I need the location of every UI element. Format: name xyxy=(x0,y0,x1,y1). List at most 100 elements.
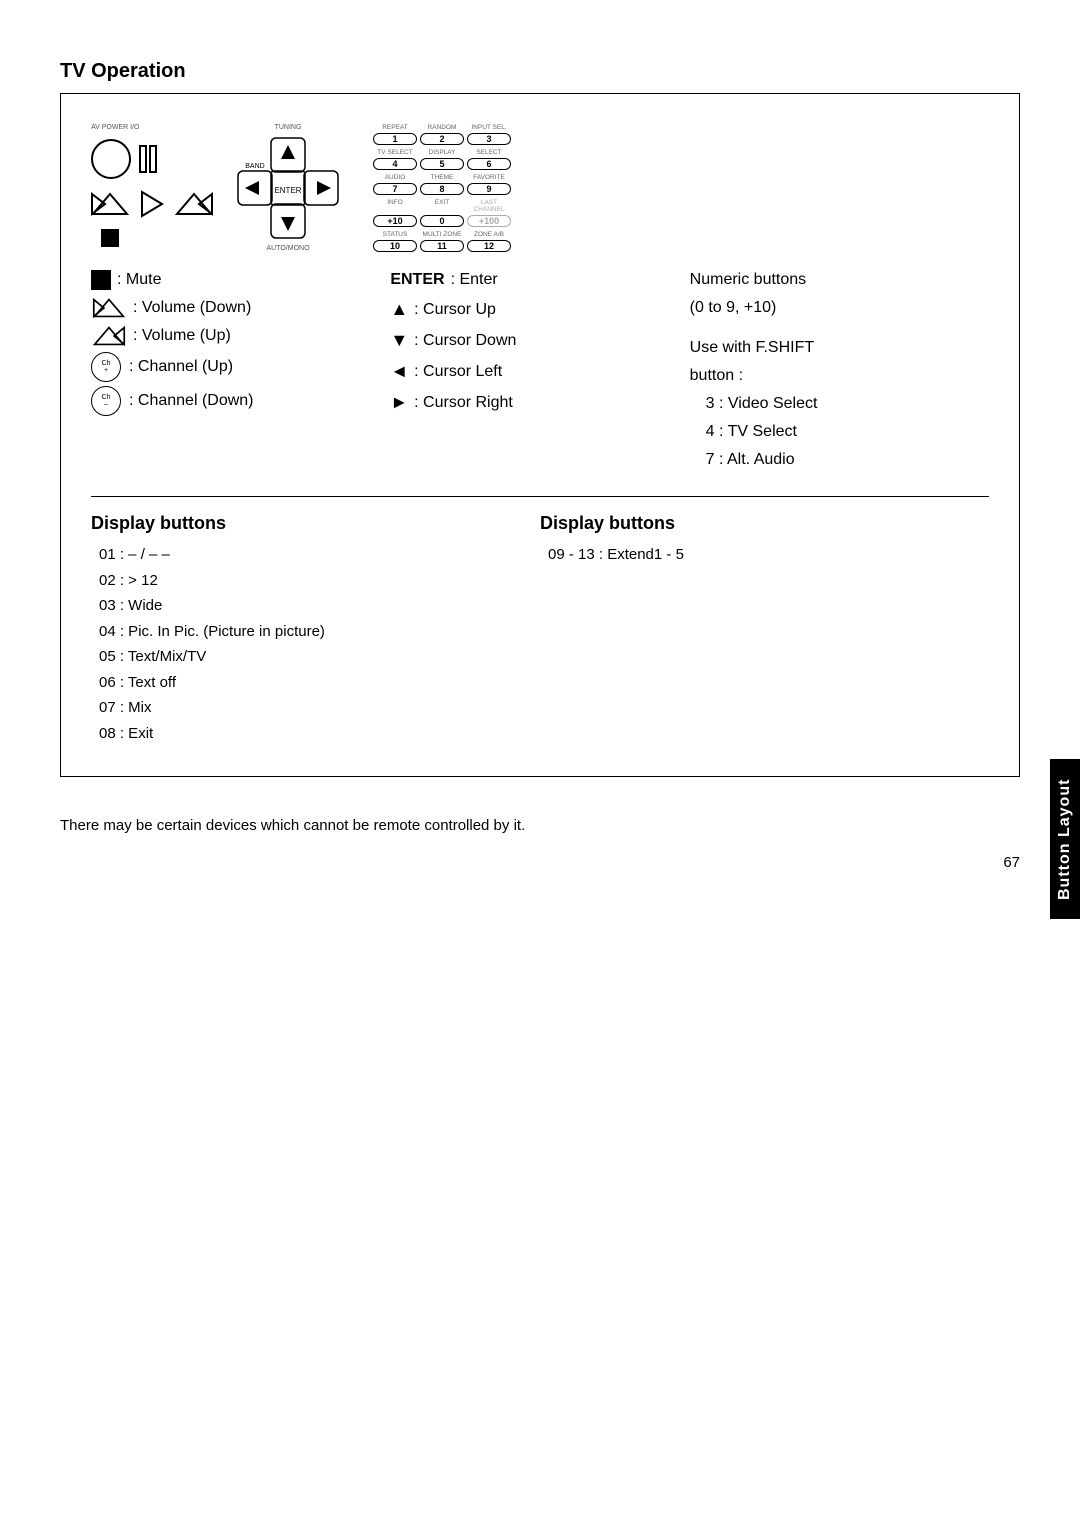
num-label-inputsel: INPUT SEL. xyxy=(467,124,511,131)
num-btn-plus10[interactable]: +10 xyxy=(373,215,417,227)
legend-volup-text: : Volume (Up) xyxy=(133,324,231,348)
num-btn-11[interactable]: 11 xyxy=(420,240,464,252)
pause-bar2 xyxy=(149,145,157,173)
num-label-repeat: REPEAT xyxy=(373,124,417,131)
legend-tv-select-text: 4 : TV Select xyxy=(706,420,797,444)
num-label-lastchannel: LAST CHANNEL xyxy=(467,199,511,213)
legend-section: : Mute : Volume (Down) : Volume (Up) xyxy=(91,268,989,476)
svg-text:ENTER: ENTER xyxy=(274,186,301,195)
main-box: AV POWER I/O xyxy=(60,93,1020,777)
legend-enter-text: : Enter xyxy=(451,268,498,292)
num-btn-3[interactable]: 3 xyxy=(467,133,511,145)
legend-volup: : Volume (Up) xyxy=(91,324,390,348)
channel-down-icon: Ch – xyxy=(91,386,121,416)
legend-fshift: Use with F.SHIFT xyxy=(690,336,989,360)
num-btn-row-4: +10 0 +100 xyxy=(373,215,511,227)
legend-button-text: button : xyxy=(690,364,743,388)
num-label-exit: EXIT xyxy=(420,199,464,213)
num-btn-9[interactable]: 9 xyxy=(467,183,511,195)
num-label-row-1: REPEAT RANDOM INPUT SEL. xyxy=(373,124,511,131)
legend-voldwn: : Volume (Down) xyxy=(91,296,390,320)
num-btn-2[interactable]: 2 xyxy=(420,133,464,145)
num-label-row-5: STATUS MULTI ZONE ZONE A/B xyxy=(373,231,511,238)
avpower-label: AV POWER I/O xyxy=(91,124,213,131)
display-title-right: Display buttons xyxy=(540,513,989,534)
cursor-right-icon: ► xyxy=(390,389,408,416)
num-btn-row-3: 7 8 9 xyxy=(373,183,511,195)
display-col-right: Display buttons 09 - 13 : Extend1 - 5 xyxy=(540,513,989,746)
num-btn-0[interactable]: 0 xyxy=(420,215,464,227)
legend-tv-select: 4 : TV Select xyxy=(690,420,989,444)
num-label-status: STATUS xyxy=(373,231,417,238)
num-btn-12[interactable]: 12 xyxy=(467,240,511,252)
side-tab-text: Button Layout xyxy=(1056,779,1074,900)
display-title-left: Display buttons xyxy=(91,513,540,534)
display-item-05: 05 : Text/Mix/TV xyxy=(99,644,540,670)
stop-icon xyxy=(101,229,119,247)
side-tab: Button Layout xyxy=(1050,759,1080,919)
svg-text:BAND: BAND xyxy=(245,163,264,170)
legend-chdown: Ch – : Channel (Down) xyxy=(91,386,390,416)
page-number: 67 xyxy=(60,854,1020,871)
page-container: TV Operation AV POWER I/O xyxy=(0,0,1080,1526)
transport-row-1 xyxy=(91,139,213,179)
display-section: Display buttons 01 : – / – – 02 : > 12 0… xyxy=(91,496,989,746)
transport-row-3 xyxy=(91,229,213,247)
legend-numeric-line1: Numeric buttons xyxy=(690,268,989,292)
legend-cursor-right-text: : Cursor Right xyxy=(414,391,513,415)
icons-top-area: AV POWER I/O xyxy=(91,114,989,252)
display-item-06: 06 : Text off xyxy=(99,670,540,696)
display-item-09-13: 09 - 13 : Extend1 - 5 xyxy=(548,542,989,568)
num-btn-row-1: 1 2 3 xyxy=(373,133,511,145)
display-item-01: 01 : – / – – xyxy=(99,542,540,568)
legend-enter: ENTER : Enter xyxy=(390,268,689,292)
num-btn-1[interactable]: 1 xyxy=(373,133,417,145)
num-label-select: SELECT xyxy=(467,149,511,156)
num-btn-row-2: 4 5 6 xyxy=(373,158,511,170)
power-icon xyxy=(91,139,131,179)
mute-icon xyxy=(91,270,111,290)
legend-mute-text: : Mute xyxy=(117,268,161,292)
legend-video-select-text: 3 : Video Select xyxy=(706,392,818,416)
pause-icon xyxy=(139,145,157,173)
display-item-04: 04 : Pic. In Pic. (Picture in picture) xyxy=(99,619,540,645)
legend-col2: ENTER : Enter ▲ : Cursor Up ▼ : Cursor D… xyxy=(390,268,689,420)
legend-video-select: 3 : Video Select xyxy=(690,392,989,416)
legend-cursor-up: ▲ : Cursor Up xyxy=(390,296,689,323)
num-label-random: RANDOM xyxy=(420,124,464,131)
num-btn-7[interactable]: 7 xyxy=(373,183,417,195)
num-btn-5[interactable]: 5 xyxy=(420,158,464,170)
legend-col1: : Mute : Volume (Down) : Volume (Up) xyxy=(91,268,390,420)
num-btn-4[interactable]: 4 xyxy=(373,158,417,170)
enter-label: ENTER xyxy=(390,268,444,292)
num-label-tvselect: TV SELECT xyxy=(373,149,417,156)
legend-cursor-up-text: : Cursor Up xyxy=(414,298,496,322)
display-item-08: 08 : Exit xyxy=(99,721,540,747)
display-col-left: Display buttons 01 : – / – – 02 : > 12 0… xyxy=(91,513,540,746)
legend-numeric-text1: Numeric buttons xyxy=(690,268,807,292)
num-label-display: DISPLAY xyxy=(420,149,464,156)
num-btn-plus100[interactable]: +100 xyxy=(467,215,511,227)
legend-button-label: button : xyxy=(690,364,989,388)
vol-down-legend-icon xyxy=(91,297,127,319)
num-label-info: INFO xyxy=(373,199,417,213)
legend-chup: Ch + : Channel (Up) xyxy=(91,352,390,382)
transport-block: AV POWER I/O xyxy=(91,114,213,247)
legend-cursor-down-text: : Cursor Down xyxy=(414,329,516,353)
channel-up-icon: Ch + xyxy=(91,352,121,382)
num-label-multizone: MULTI ZONE xyxy=(420,231,464,238)
num-label-row-4: INFO EXIT LAST CHANNEL xyxy=(373,199,511,213)
legend-col3: Numeric buttons (0 to 9, +10) Use with F… xyxy=(690,268,989,476)
section-title: TV Operation xyxy=(60,60,1020,83)
legend-alt-audio: 7 : Alt. Audio xyxy=(690,448,989,472)
legend-numeric-text2: (0 to 9, +10) xyxy=(690,296,777,320)
cursor-down-icon: ▼ xyxy=(390,327,408,354)
vol-down-icon xyxy=(91,189,129,219)
legend-voldwn-text: : Volume (Down) xyxy=(133,296,251,320)
vol-up-legend-icon xyxy=(91,325,127,347)
num-btn-8[interactable]: 8 xyxy=(420,183,464,195)
legend-chdown-text: : Channel (Down) xyxy=(129,389,254,413)
num-btn-6[interactable]: 6 xyxy=(467,158,511,170)
legend-alt-audio-text: 7 : Alt. Audio xyxy=(706,448,795,472)
num-btn-10[interactable]: 10 xyxy=(373,240,417,252)
